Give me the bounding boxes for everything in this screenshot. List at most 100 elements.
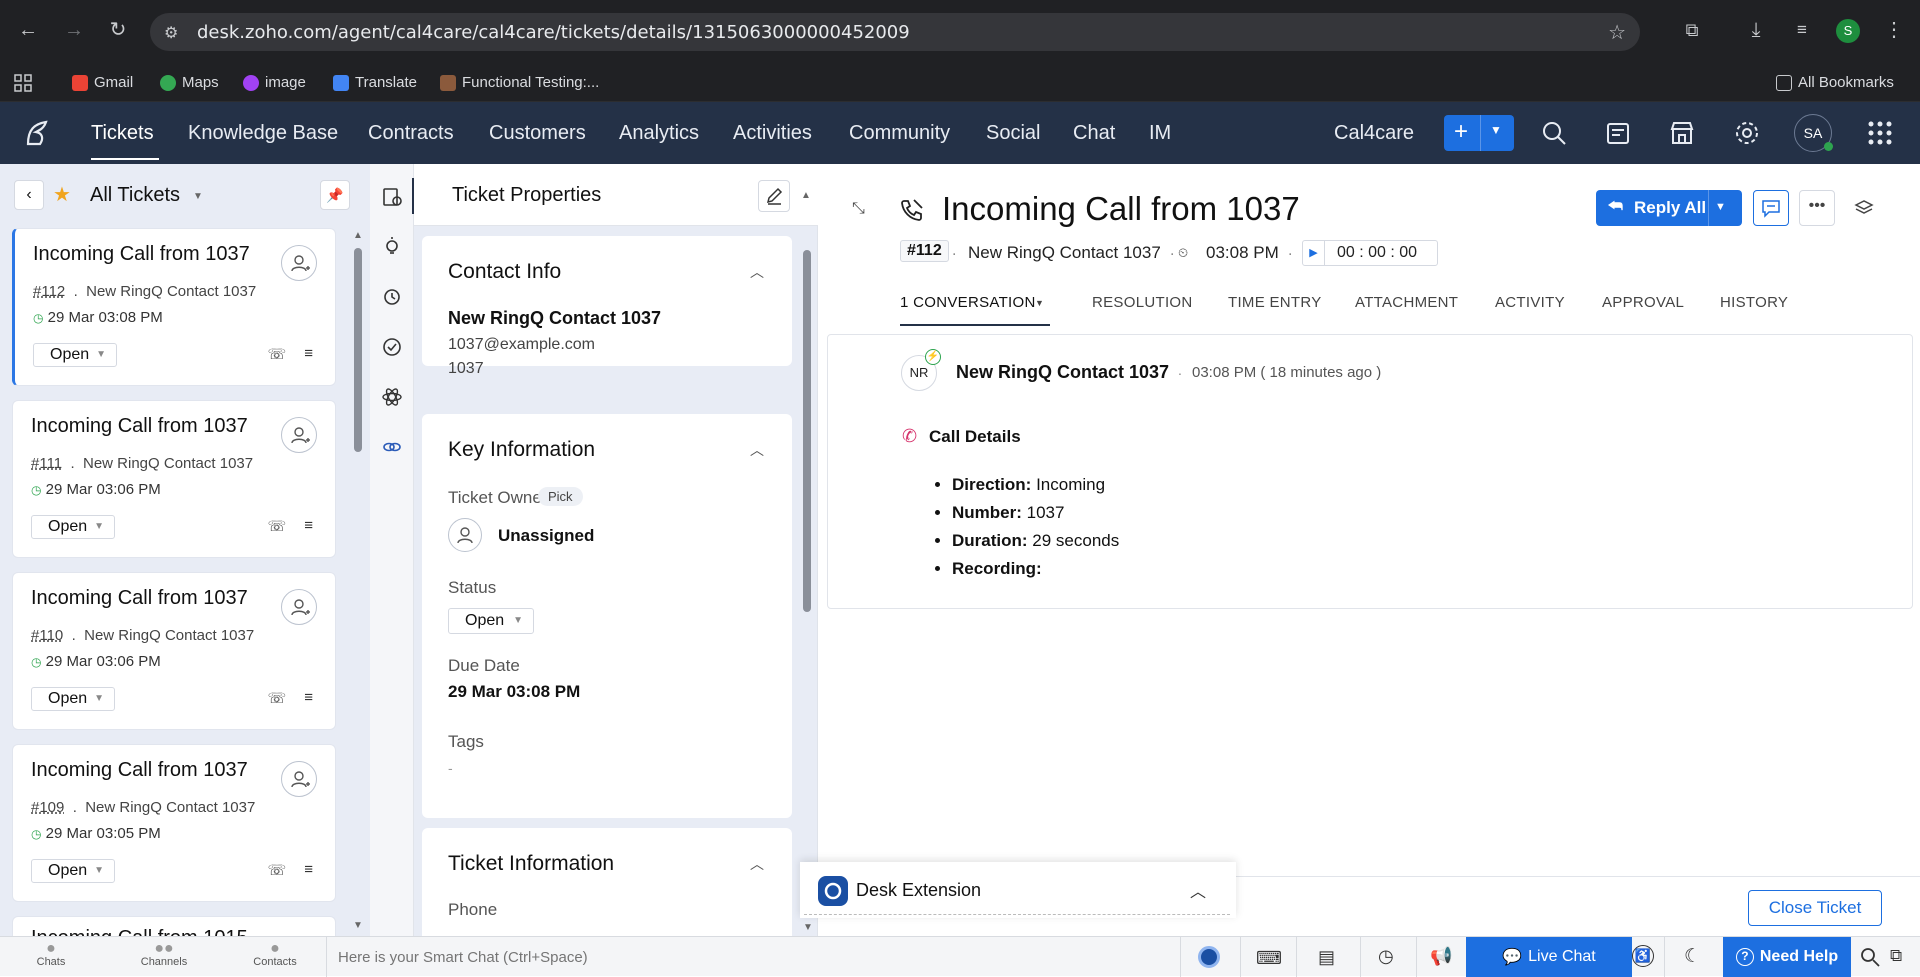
tab-social[interactable]: Social: [986, 122, 1040, 145]
new-button[interactable]: + ▼: [1444, 115, 1514, 151]
history-icon[interactable]: [381, 286, 403, 308]
status-select[interactable]: Open ▼: [448, 608, 534, 634]
reply-options-caret-icon[interactable]: ▼: [1715, 201, 1726, 213]
properties-scrollbar[interactable]: [803, 250, 811, 612]
favorite-star-icon[interactable]: ★: [53, 182, 71, 207]
status-dropdown[interactable]: Open ▼: [33, 343, 117, 367]
priority-icon[interactable]: ≡: [304, 689, 313, 707]
assign-agent-icon[interactable]: [281, 417, 317, 453]
tab-attachment[interactable]: ATTACHMENT: [1355, 294, 1458, 311]
section-heading[interactable]: Key Information: [448, 438, 595, 462]
bookmark-translate[interactable]: Translate: [333, 74, 417, 91]
ticket-contact[interactable]: New RingQ Contact 1037: [85, 799, 255, 816]
layers-icon[interactable]: [1846, 190, 1882, 226]
close-ticket-button[interactable]: Close Ticket: [1748, 890, 1882, 926]
marketplace-icon[interactable]: [1668, 119, 1696, 147]
ticket-number[interactable]: #112: [33, 283, 65, 300]
address-bar[interactable]: ⚙ desk.zoho.com/agent/cal4care/cal4care/…: [150, 13, 1640, 51]
ticket-card[interactable]: Incoming Call from 1037 #110 . New RingQ…: [12, 572, 336, 730]
need-help-button[interactable]: ? Need Help: [1723, 937, 1851, 977]
collapse-caret-icon[interactable]: ︿: [750, 440, 764, 460]
media-icon[interactable]: ≡: [1790, 18, 1814, 42]
tab-customers[interactable]: Customers: [489, 122, 586, 145]
tab-community[interactable]: Community: [849, 122, 950, 145]
zia-icon[interactable]: [1198, 946, 1220, 968]
status-dropdown[interactable]: Open ▼: [31, 515, 115, 539]
tab-time-entry[interactable]: TIME ENTRY: [1228, 294, 1322, 311]
ticket-number[interactable]: #109: [31, 799, 64, 816]
ticket-card[interactable]: Incoming Call from 1037 #109 . New RingQ…: [12, 744, 336, 902]
contact-name[interactable]: New RingQ Contact 1037: [448, 308, 661, 329]
tab-im[interactable]: IM: [1149, 122, 1171, 145]
section-heading[interactable]: Contact Info: [448, 260, 561, 284]
ticket-contact[interactable]: New RingQ Contact 1037: [84, 627, 254, 644]
conversation-dropdown-icon[interactable]: ▼: [1035, 298, 1044, 308]
browser-menu-icon[interactable]: ⋮: [1882, 18, 1906, 42]
tab-chat[interactable]: Chat: [1073, 122, 1115, 145]
bookmark-functional-testing[interactable]: Functional Testing:...: [440, 74, 599, 91]
footer-channels[interactable]: ●● Channels: [134, 937, 194, 977]
ticket-card-title[interactable]: Incoming Call from 1015: [31, 927, 248, 936]
search-icon[interactable]: [1540, 119, 1568, 147]
footer-contacts[interactable]: ● Contacts: [248, 937, 302, 977]
accessibility-icon[interactable]: ♿: [1632, 945, 1654, 967]
settings-gear-icon[interactable]: [1733, 119, 1761, 147]
check-circle-icon[interactable]: [381, 336, 403, 358]
tab-conversation[interactable]: 1 CONVERSATION: [900, 294, 1036, 311]
pin-icon[interactable]: 📌: [320, 180, 350, 210]
assign-agent-icon[interactable]: [281, 245, 317, 281]
more-options-icon[interactable]: •••: [1799, 190, 1835, 226]
ticket-contact[interactable]: New RingQ Contact 1037: [86, 283, 256, 300]
lightbulb-icon[interactable]: [381, 236, 403, 258]
tab-activities[interactable]: Activities: [733, 122, 812, 145]
clock-icon[interactable]: ◷: [1378, 946, 1394, 967]
assign-agent-icon[interactable]: [281, 761, 317, 797]
atom-icon[interactable]: [381, 386, 403, 408]
ticket-card-title[interactable]: Incoming Call from 1037: [31, 759, 248, 782]
tab-resolution[interactable]: RESOLUTION: [1092, 294, 1193, 311]
ticket-properties-icon[interactable]: [381, 186, 403, 208]
smart-chat-input[interactable]: [328, 938, 1178, 976]
collapse-caret-icon[interactable]: ︿: [750, 262, 764, 282]
ticket-owner-value[interactable]: Unassigned: [498, 526, 594, 546]
dark-mode-moon-icon[interactable]: ☾: [1684, 945, 1701, 968]
all-bookmarks[interactable]: All Bookmarks: [1776, 74, 1894, 91]
priority-icon[interactable]: ≡: [304, 861, 313, 879]
scroll-up-arrow[interactable]: ▲: [801, 190, 811, 201]
scroll-down-arrow[interactable]: ▼: [353, 920, 363, 931]
tab-analytics[interactable]: Analytics: [619, 122, 699, 145]
ticket-card-title[interactable]: Incoming Call from 1037: [31, 415, 248, 438]
ticket-contact[interactable]: New RingQ Contact 1037: [83, 455, 253, 472]
ticket-card[interactable]: Incoming Call from 1037 #111 . New RingQ…: [12, 400, 336, 558]
status-dropdown[interactable]: Open ▼: [31, 859, 115, 883]
chevron-up-icon[interactable]: ︿: [1190, 878, 1206, 902]
section-heading[interactable]: Ticket Information: [448, 852, 614, 876]
reload-icon[interactable]: ↻: [106, 18, 130, 42]
ticket-card-title[interactable]: Incoming Call from 1037: [33, 243, 250, 266]
priority-icon[interactable]: ≡: [304, 517, 313, 535]
calendar-icon[interactable]: ▤: [1318, 947, 1335, 968]
extensions-icon[interactable]: ⧉: [1680, 18, 1704, 42]
megaphone-icon[interactable]: 📢: [1430, 946, 1452, 967]
tags-value[interactable]: -: [448, 760, 453, 776]
ticket-number-badge[interactable]: #112: [900, 240, 949, 262]
tab-tickets[interactable]: Tickets: [91, 122, 154, 145]
priority-icon[interactable]: ≡: [304, 345, 313, 363]
bookmark-image[interactable]: image: [243, 74, 306, 91]
ticket-contact-link[interactable]: New RingQ Contact 1037: [968, 243, 1161, 263]
link-icon[interactable]: [381, 436, 403, 458]
assign-agent-icon[interactable]: [281, 589, 317, 625]
tab-history[interactable]: HISTORY: [1720, 294, 1788, 311]
ticket-card[interactable]: Incoming Call from 1037 #112 . New RingQ…: [12, 228, 336, 386]
due-date-value[interactable]: 29 Mar 03:08 PM: [448, 682, 580, 702]
scroll-down-arrow[interactable]: ▼: [803, 922, 813, 933]
footer-chats[interactable]: ● Chats: [26, 937, 76, 977]
bookmark-maps[interactable]: Maps: [160, 74, 219, 91]
ticket-card-title[interactable]: Incoming Call from 1037: [31, 587, 248, 610]
chat-window-icon[interactable]: ⧉: [1890, 946, 1902, 966]
tab-contracts[interactable]: Contracts: [368, 122, 454, 145]
download-icon[interactable]: ⤓: [1744, 18, 1768, 42]
search-icon[interactable]: [1858, 945, 1882, 969]
zoho-desk-logo[interactable]: [20, 116, 54, 150]
scroll-up-arrow[interactable]: ▲: [353, 230, 363, 241]
